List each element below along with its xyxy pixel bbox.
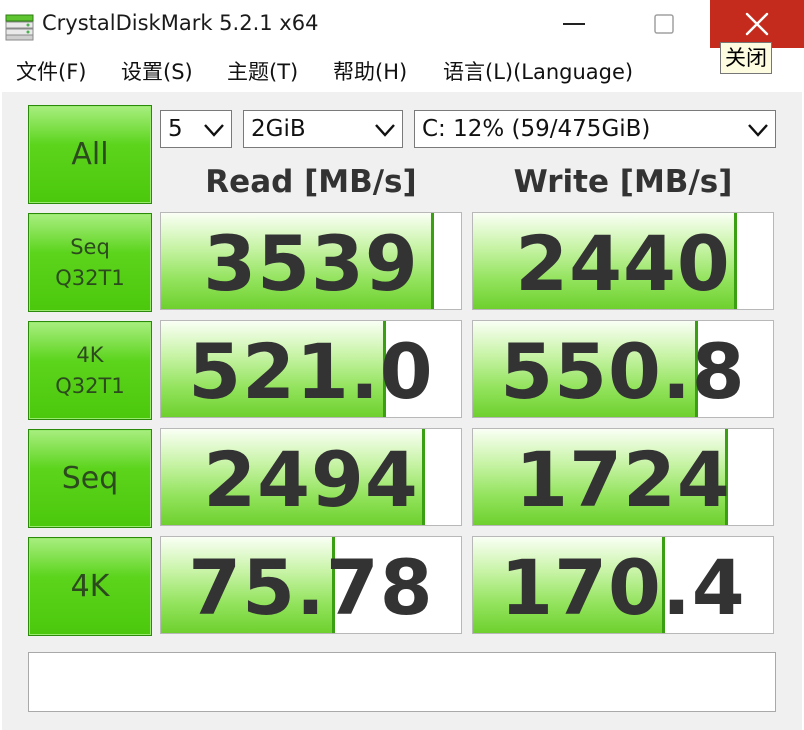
read-result-cell: 521.0: [160, 320, 462, 418]
chevron-down-icon: [375, 124, 395, 137]
seq-q32t1-button[interactable]: Seq Q32T1: [28, 213, 152, 312]
run-all-label: All: [71, 136, 109, 172]
read-result-value: 75.78: [188, 543, 434, 632]
chevron-down-icon: [204, 124, 224, 137]
write-result-cell: 2440: [472, 212, 774, 310]
chevron-down-icon: [748, 124, 768, 137]
maximize-button[interactable]: [618, 0, 710, 48]
write-result-value: 170.4: [500, 543, 746, 632]
run-all-button[interactable]: All: [28, 105, 152, 204]
read-result-cell: 2494: [160, 428, 462, 526]
test-count-select[interactable]: 5: [160, 110, 232, 148]
minimize-button[interactable]: [528, 0, 620, 48]
close-tooltip: 关闭: [720, 42, 772, 74]
test-label-line2: Q32T1: [55, 265, 125, 290]
test-label-line1: 4K: [76, 343, 104, 368]
menu-file[interactable]: 文件(F): [16, 56, 86, 86]
menu-language[interactable]: 语言(L)(Language): [443, 56, 633, 86]
read-result-value: 521.0: [188, 327, 434, 416]
read-result-value: 3539: [203, 219, 419, 308]
test-count-value: 5: [168, 116, 183, 142]
test-label-line2: Q32T1: [55, 373, 125, 398]
test-size-select[interactable]: 2GiB: [243, 110, 403, 148]
test-size-value: 2GiB: [251, 116, 306, 142]
minimize-icon: [563, 23, 585, 25]
4k-button[interactable]: 4K: [28, 537, 152, 636]
read-header: Read [MB/s]: [205, 164, 417, 200]
comment-field[interactable]: [28, 652, 776, 712]
write-result-value: 550.8: [500, 327, 746, 416]
4k-q32t1-button[interactable]: 4K Q32T1: [28, 321, 152, 420]
seq-button[interactable]: Seq: [28, 429, 152, 528]
read-result-value: 2494: [203, 435, 419, 524]
write-result-cell: 550.8: [472, 320, 774, 418]
drive-select[interactable]: C: 12% (59/475GiB): [414, 110, 776, 148]
window-title: CrystalDiskMark 5.2.1 x64: [42, 11, 319, 35]
title-bar: CrystalDiskMark 5.2.1 x64: [0, 0, 804, 50]
close-button[interactable]: [710, 0, 804, 48]
read-result-cell: 3539: [160, 212, 462, 310]
menu-theme[interactable]: 主题(T): [227, 56, 298, 86]
test-label-line1: Seq: [70, 235, 110, 260]
menu-help[interactable]: 帮助(H): [333, 56, 407, 86]
read-result-cell: 75.78: [160, 536, 462, 634]
write-result-value: 1724: [515, 435, 731, 524]
app-disk-icon: [5, 14, 34, 41]
menu-bar: 文件(F) 设置(S) 主题(T) 帮助(H) 语言(L)(Language): [0, 50, 804, 90]
test-label-line1: Seq: [61, 460, 119, 496]
maximize-icon: [654, 14, 674, 34]
write-result-cell: 1724: [472, 428, 774, 526]
write-header: Write [MB/s]: [513, 164, 733, 200]
menu-settings[interactable]: 设置(S): [121, 56, 193, 86]
write-result-cell: 170.4: [472, 536, 774, 634]
drive-value: C: 12% (59/475GiB): [422, 116, 651, 142]
test-label-line1: 4K: [70, 568, 110, 604]
write-result-value: 2440: [515, 219, 731, 308]
close-icon: [745, 12, 769, 36]
